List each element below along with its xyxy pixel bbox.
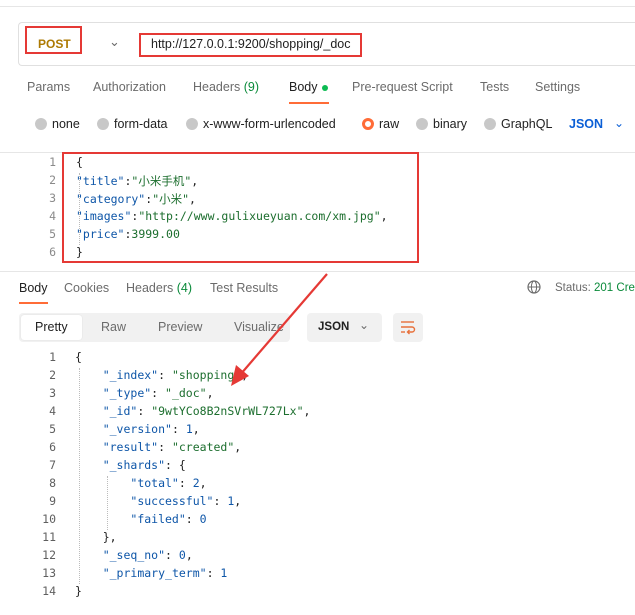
- method-select[interactable]: POST: [38, 37, 71, 51]
- chevron-down-icon[interactable]: ⌄: [614, 116, 624, 130]
- code-line: "_shards": {: [102, 458, 186, 472]
- tab-label: Tests: [480, 80, 510, 94]
- code-line: "result": "created",: [102, 440, 242, 454]
- radio-label: GraphQL: [501, 117, 553, 131]
- line-number: 12: [42, 548, 56, 562]
- wrap-lines-icon: [401, 321, 416, 335]
- chevron-down-icon[interactable]: ⌄: [359, 318, 369, 332]
- tab-label: Headers: [193, 80, 241, 94]
- radio-label: form-data: [114, 117, 168, 131]
- status-label: Status:: [555, 282, 591, 294]
- radio-none[interactable]: [35, 118, 47, 130]
- line-number: 10: [42, 512, 56, 526]
- response-tab-body[interactable]: Body: [19, 281, 48, 295]
- tab-settings[interactable]: Settings: [535, 80, 580, 94]
- tab-count: (9): [243, 80, 260, 94]
- active-tab-indicator: [289, 102, 329, 104]
- response-status: Status: 201 Cre: [555, 282, 635, 294]
- status-code: 201 Cre: [594, 282, 635, 294]
- line-number: 8: [49, 476, 56, 490]
- radio-graphql[interactable]: [484, 118, 496, 130]
- tab-authorization[interactable]: Authorization: [93, 80, 166, 94]
- code-line: "total": 2,: [130, 476, 207, 490]
- line-number: 5: [49, 422, 56, 436]
- line-number: 4: [49, 404, 56, 418]
- line-number: 2: [49, 173, 56, 187]
- radio-raw[interactable]: [362, 118, 374, 130]
- line-number: 1: [49, 350, 56, 364]
- line-number: 3: [49, 386, 56, 400]
- code-line: "successful": 1,: [130, 494, 242, 508]
- tab-label: Pre-request Script: [352, 80, 453, 94]
- code-line: "_type": "_doc",: [102, 386, 214, 400]
- body-highlight-box: [62, 152, 419, 263]
- url-input[interactable]: http://127.0.0.1:9200/shopping/_doc: [151, 37, 350, 51]
- radio-label: raw: [379, 117, 400, 131]
- line-number: 1: [49, 155, 56, 169]
- response-divider: [0, 271, 635, 272]
- line-number: 4: [49, 209, 56, 223]
- tab-count: (4): [176, 281, 193, 295]
- view-preview-button[interactable]: Preview: [158, 320, 202, 334]
- code-line: "_seq_no": 0,: [102, 548, 193, 562]
- line-number: 2: [49, 368, 56, 382]
- tab-label: Body: [19, 281, 48, 295]
- view-pretty-label[interactable]: Pretty: [35, 320, 68, 334]
- line-number: 6: [49, 245, 56, 259]
- tab-headers[interactable]: Headers (9): [193, 80, 259, 94]
- tab-label: Test Results: [210, 281, 279, 295]
- code-line: {: [75, 350, 82, 364]
- tab-label: Body: [289, 80, 318, 94]
- response-format-label: JSON: [318, 321, 350, 333]
- active-tab-indicator: [19, 302, 48, 304]
- radio-label: binary: [433, 117, 468, 131]
- indent-guide: [79, 368, 80, 584]
- radio-label: x-www-form-urlencoded: [203, 117, 336, 131]
- response-tab-headers[interactable]: Headers (4): [126, 281, 192, 295]
- code-line: },: [75, 530, 117, 544]
- chevron-down-icon[interactable]: ⌄: [109, 34, 120, 50]
- tab-label: Authorization: [93, 80, 166, 94]
- radio-urlencoded[interactable]: [186, 118, 198, 130]
- tab-label: Params: [27, 80, 71, 94]
- radio-binary[interactable]: [416, 118, 428, 130]
- code-line: }: [75, 584, 82, 598]
- line-number: 14: [42, 584, 56, 598]
- indent-guide: [107, 476, 108, 530]
- code-line: "_primary_term": 1: [102, 566, 228, 580]
- response-tab-test-results[interactable]: Test Results: [210, 281, 278, 295]
- line-number: 11: [42, 530, 56, 544]
- tab-params[interactable]: Params: [27, 80, 70, 94]
- radio-label: none: [52, 117, 80, 131]
- line-number: 3: [49, 191, 56, 205]
- code-line: "_version": 1,: [102, 422, 200, 436]
- line-number: 7: [49, 458, 56, 472]
- view-raw-button[interactable]: Raw: [101, 320, 126, 334]
- globe-icon[interactable]: [527, 280, 541, 294]
- view-visualize-button[interactable]: Visualize: [234, 320, 288, 334]
- line-number: 6: [49, 440, 56, 454]
- body-language-select[interactable]: JSON: [569, 117, 603, 131]
- tab-tests[interactable]: Tests: [480, 80, 509, 94]
- tab-label: Settings: [535, 80, 581, 94]
- top-divider: [0, 0, 635, 7]
- tab-label: Headers: [126, 281, 174, 295]
- code-line: "_index": "shopping",: [102, 368, 249, 382]
- response-tab-cookies[interactable]: Cookies: [64, 281, 109, 295]
- line-number: 13: [42, 566, 56, 580]
- tab-body[interactable]: Body: [289, 80, 318, 94]
- code-line: "failed": 0: [130, 512, 207, 526]
- tab-pre-request-script[interactable]: Pre-request Script: [352, 80, 453, 94]
- line-number: 9: [49, 494, 56, 508]
- radio-form-data[interactable]: [97, 118, 109, 130]
- code-line: "_id": "9wtYCo8B2nSVrWL727Lx",: [102, 404, 311, 418]
- line-number: 5: [49, 227, 56, 241]
- indent-guide: [79, 173, 80, 245]
- modified-dot-icon: [322, 85, 328, 91]
- tab-label: Cookies: [64, 281, 110, 295]
